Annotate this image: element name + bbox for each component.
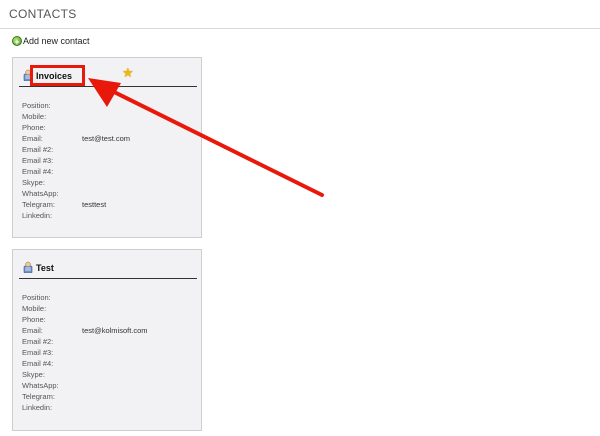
field-label: WhatsApp: [22, 381, 59, 390]
field-row-email-4: Email #4: [22, 358, 82, 369]
field-label: Linkedin: [22, 403, 53, 412]
field-label: Email: [22, 134, 43, 143]
field-row-email-2: Email #2: [22, 144, 82, 155]
field-row-phone: Phone: [22, 122, 82, 133]
field-row-email-2: Email #2: [22, 336, 82, 347]
field-row-skype: Skype: [22, 369, 82, 380]
field-label: Telegram: [22, 392, 55, 401]
field-label: Telegram: [22, 200, 55, 209]
field-label: Position: [22, 293, 51, 302]
field-row-position: Position: [22, 292, 82, 303]
field-row-email: Email: test@test.com [22, 133, 130, 144]
field-row-email-4: Email #4: [22, 166, 82, 177]
field-row-mobile: Mobile: [22, 303, 82, 314]
field-row-whatsapp: WhatsApp: [22, 380, 82, 391]
field-row-email-3: Email #3: [22, 155, 82, 166]
field-value-email[interactable]: test@test.com [82, 133, 130, 144]
field-label: WhatsApp: [22, 189, 59, 198]
field-row-whatsapp: WhatsApp: [22, 188, 82, 199]
field-label: Phone: [22, 315, 46, 324]
field-label: Phone: [22, 123, 46, 132]
annotation-highlight-box [30, 65, 85, 86]
field-label: Email #3: [22, 348, 54, 357]
field-row-phone: Phone: [22, 314, 82, 325]
field-label: Email #4: [22, 359, 54, 368]
plus-circle-icon: + [12, 36, 22, 47]
add-new-contact-link[interactable]: + Add new contact [12, 36, 90, 47]
field-label: Skype: [22, 178, 45, 187]
favorite-star-icon[interactable]: ★ [122, 65, 134, 81]
field-row-linkedin: Linkedin: [22, 402, 82, 413]
field-label: Position: [22, 101, 51, 110]
field-row-linkedin: Linkedin: [22, 210, 82, 221]
field-label: Email #2: [22, 145, 54, 154]
contact-fields: Position: Mobile: Phone: Email: test@kolm… [22, 292, 148, 413]
contact-name[interactable]: Test [36, 263, 54, 273]
field-row-position: Position: [22, 100, 82, 111]
field-label: Mobile: [22, 304, 47, 313]
field-row-email: Email: test@kolmisoft.com [22, 325, 148, 336]
field-label: Skype: [22, 370, 45, 379]
page-title: CONTACTS [9, 7, 77, 21]
field-label: Email #2: [22, 337, 54, 346]
field-row-mobile: Mobile: [22, 111, 82, 122]
field-value: testtest [82, 200, 107, 209]
field-label: Mobile: [22, 112, 47, 121]
field-label: Linkedin: [22, 211, 53, 220]
field-row-telegram: Telegram: [22, 391, 82, 402]
field-row-email-3: Email #3: [22, 347, 82, 358]
contact-icon [23, 261, 33, 273]
contact-card-header: Test [19, 260, 197, 279]
field-label: Email #3: [22, 156, 54, 165]
field-value-email[interactable]: test@kolmisoft.com [82, 325, 148, 336]
page-header: CONTACTS [0, 0, 600, 29]
field-label: Email #4: [22, 167, 54, 176]
add-new-contact-label: Add new contact [23, 36, 90, 46]
field-label: Email: [22, 326, 43, 335]
contact-fields: Position: Mobile: Phone: Email: test@test… [22, 100, 130, 221]
field-row-telegram: Telegram: testtest [22, 199, 106, 210]
contacts-page: CONTACTS + Add new contact Invoices ★ Po… [0, 0, 600, 436]
field-row-skype: Skype: [22, 177, 82, 188]
contact-card: Test Position: Mobile: Phone: Email: test… [12, 249, 202, 431]
